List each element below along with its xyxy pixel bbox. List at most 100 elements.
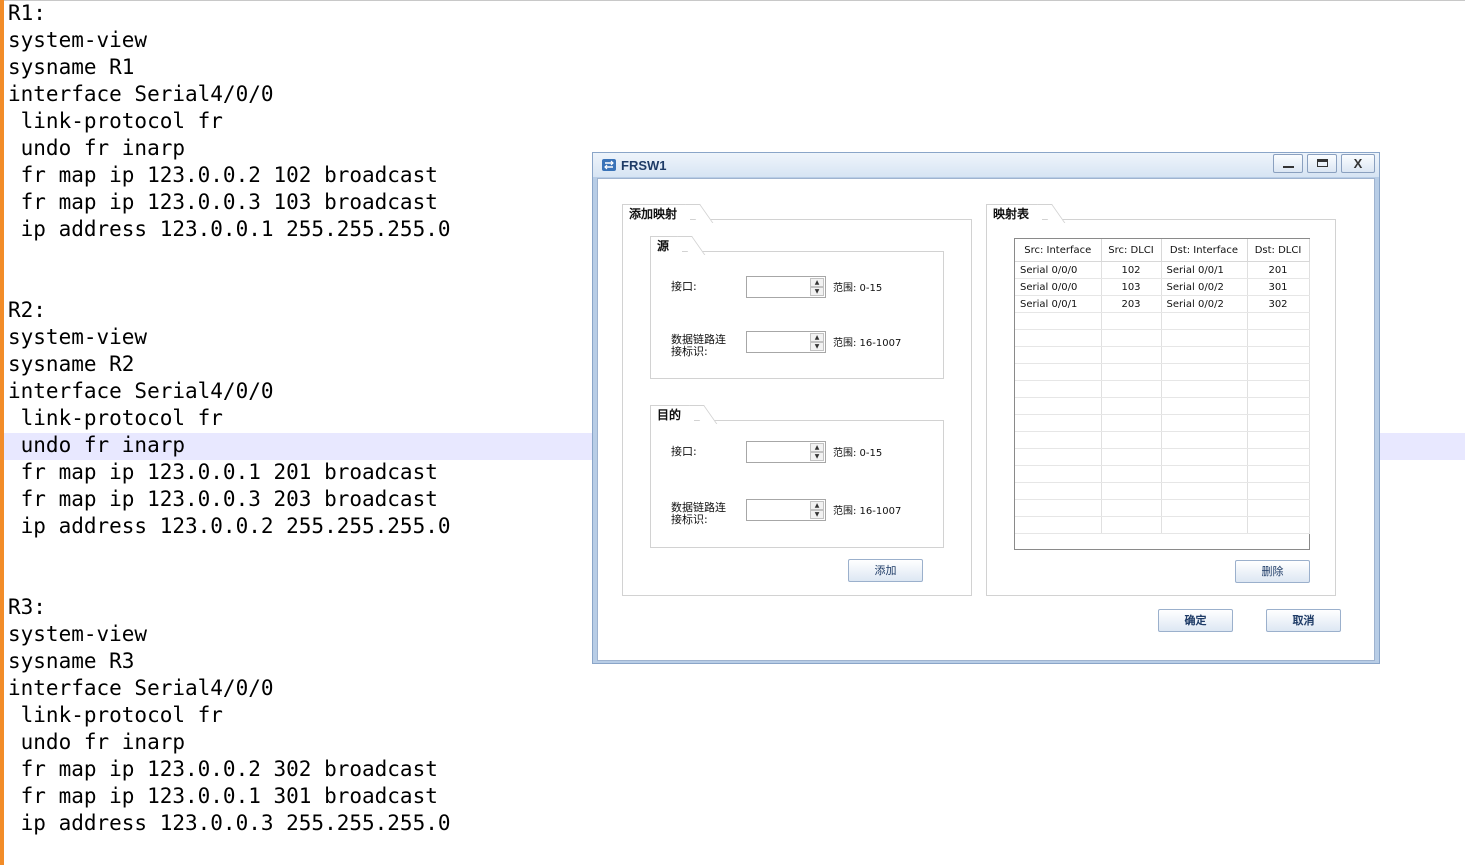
destination-group (650, 420, 944, 548)
destination-dlci-range: 范围: 16-1007 (833, 506, 902, 517)
table-row[interactable] (1015, 465, 1310, 483)
destination-dlci-input[interactable] (747, 500, 809, 520)
table-cell (1015, 397, 1102, 415)
table-cell (1015, 431, 1102, 449)
code-line: undo fr inarp (8, 433, 186, 457)
source-interface-spinner[interactable]: ▲ ▼ (746, 276, 826, 298)
code-line: interface Serial4/0/0 (8, 676, 274, 700)
table-cell (1161, 516, 1248, 534)
table-cell (1247, 397, 1310, 415)
column-header[interactable]: Dst: DLCI (1247, 239, 1310, 262)
code-line: fr map ip 123.0.0.2 302 broadcast (8, 757, 438, 781)
spin-down-icon[interactable]: ▼ (810, 452, 824, 461)
code-line: ip address 123.0.0.2 255.255.255.0 (8, 514, 451, 538)
table-cell (1247, 465, 1310, 483)
dialog-client-area: 添加映射 源 接口: ▲ ▼ 范围: 0-15 数据链路连接标识: ▲ ▼ 范围… (597, 178, 1375, 661)
code-line: undo fr inarp (8, 730, 186, 754)
table-cell (1161, 431, 1248, 449)
column-header[interactable]: Dst: Interface (1161, 239, 1248, 262)
table-cell (1247, 414, 1310, 432)
code-line: interface Serial4/0/0 (8, 82, 274, 106)
code-line: ip address 123.0.0.1 255.255.255.0 (8, 217, 451, 241)
table-row[interactable] (1015, 329, 1310, 347)
spin-down-icon[interactable]: ▼ (810, 510, 824, 519)
table-cell (1161, 482, 1248, 500)
delete-button[interactable]: 删除 (1235, 560, 1310, 583)
table-cell (1247, 380, 1310, 398)
table-row[interactable] (1015, 397, 1310, 415)
source-dlci-spinner[interactable]: ▲ ▼ (746, 331, 826, 353)
table-row[interactable]: Serial 0/0/0 103 Serial 0/0/2 301 (1015, 278, 1310, 296)
table-cell (1247, 329, 1310, 347)
ok-button[interactable]: 确定 (1158, 609, 1233, 632)
table-row[interactable] (1015, 499, 1310, 517)
table-cell (1247, 482, 1310, 500)
table-cell (1247, 516, 1310, 534)
table-cell (1101, 346, 1162, 364)
table-row[interactable]: Serial 0/0/0 102 Serial 0/0/1 201 (1015, 261, 1310, 279)
dialog-titlebar[interactable]: FRSW1 X (593, 153, 1379, 177)
table-cell (1161, 499, 1248, 517)
table-row[interactable] (1015, 312, 1310, 330)
table-row[interactable] (1015, 380, 1310, 398)
table-cell (1101, 312, 1162, 330)
source-dlci-range: 范围: 16-1007 (833, 338, 902, 349)
table-cell (1015, 516, 1102, 534)
table-header-row: Src: Interface Src: DLCI Dst: Interface Dst… (1015, 239, 1310, 262)
destination-interface-input[interactable] (747, 442, 809, 462)
column-header[interactable]: Src: Interface (1015, 239, 1102, 262)
table-row[interactable] (1015, 346, 1310, 364)
code-line: link-protocol fr (8, 109, 223, 133)
spin-up-icon[interactable]: ▲ (810, 333, 824, 342)
minimize-button[interactable] (1273, 154, 1303, 173)
table-cell (1015, 380, 1102, 398)
destination-interface-range: 范围: 0-15 (833, 448, 883, 459)
column-header[interactable]: Src: DLCI (1101, 239, 1162, 262)
source-dlci-input[interactable] (747, 332, 809, 352)
table-cell (1101, 380, 1162, 398)
cancel-button[interactable]: 取消 (1266, 609, 1341, 632)
table-row[interactable] (1015, 448, 1310, 466)
table-cell (1015, 499, 1102, 517)
code-line: fr map ip 123.0.0.3 203 broadcast (8, 487, 438, 511)
spin-up-icon[interactable]: ▲ (810, 278, 824, 287)
destination-dlci-spinner[interactable]: ▲ ▼ (746, 499, 826, 521)
table-cell (1015, 329, 1102, 347)
table-row[interactable] (1015, 363, 1310, 381)
table-row[interactable] (1015, 431, 1310, 449)
mapping-table-grid: Src: Interface Src: DLCI Dst: Interface Dst… (1015, 239, 1310, 534)
code-line: sysname R2 (8, 352, 135, 376)
spin-down-icon[interactable]: ▼ (810, 287, 824, 296)
close-button[interactable]: X (1341, 154, 1375, 173)
minimize-icon (1283, 166, 1294, 168)
spin-down-icon[interactable]: ▼ (810, 342, 824, 351)
table-cell (1015, 465, 1102, 483)
destination-interface-spinner[interactable]: ▲ ▼ (746, 441, 826, 463)
source-interface-range: 范围: 0-15 (833, 283, 883, 294)
table-row[interactable] (1015, 414, 1310, 432)
table-cell (1101, 431, 1162, 449)
table-cell (1101, 363, 1162, 381)
source-interface-input[interactable] (747, 277, 809, 297)
spin-up-icon[interactable]: ▲ (810, 443, 824, 452)
add-button[interactable]: 添加 (848, 559, 923, 582)
code-line: link-protocol fr (8, 703, 223, 727)
table-row[interactable] (1015, 516, 1310, 534)
code-line: system-view (8, 622, 148, 646)
table-row[interactable] (1015, 482, 1310, 500)
table-cell (1161, 465, 1248, 483)
code-line: fr map ip 123.0.0.1 301 broadcast (8, 784, 438, 808)
spin-up-icon[interactable]: ▲ (810, 501, 824, 510)
table-cell (1101, 397, 1162, 415)
frsw1-dialog: FRSW1 X 添加映射 源 接口: ▲ ▼ 范围: 0-15 数据链路连接标识… (592, 152, 1380, 664)
dialog-title: FRSW1 (621, 158, 667, 173)
add-mapping-title: 添加映射 (622, 204, 690, 222)
table-row[interactable]: Serial 0/0/1 203 Serial 0/0/2 302 (1015, 295, 1310, 313)
table-cell (1101, 414, 1162, 432)
table-cell (1101, 448, 1162, 466)
maximize-button[interactable] (1307, 154, 1337, 173)
mapping-table[interactable]: Src: Interface Src: DLCI Dst: Interface Dst… (1014, 238, 1310, 550)
